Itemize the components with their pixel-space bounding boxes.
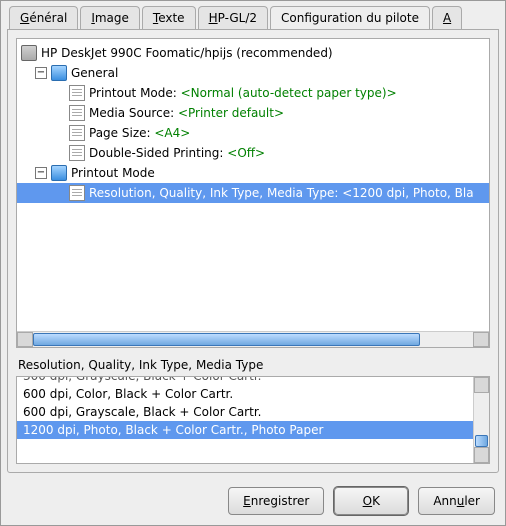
tree-label: HP DeskJet 990C Foomatic/hpijs (recommen… [41, 46, 333, 60]
save-button[interactable]: Enregistrer [228, 487, 324, 515]
tab-extra[interactable]: A [432, 6, 462, 29]
option-value: <A4> [154, 126, 190, 140]
scroll-thumb[interactable] [33, 333, 420, 346]
tree-label: Media Source: <Printer default> [89, 106, 284, 120]
listbox-vertical-scrollbar[interactable] [473, 377, 489, 463]
scroll-track[interactable] [474, 393, 489, 447]
tree-node-resolution[interactable]: Resolution, Quality, Ink Type, Media Typ… [17, 183, 489, 203]
document-icon [69, 85, 85, 101]
tab-image[interactable]: Image [80, 6, 140, 29]
tree-node-printout-mode-group[interactable]: − Printout Mode [17, 163, 489, 183]
option-value: <Off> [227, 146, 265, 160]
tree-label: Double-Sided Printing: <Off> [89, 146, 265, 160]
tree-node-printer[interactable]: HP DeskJet 990C Foomatic/hpijs (recommen… [17, 43, 489, 63]
tree-label: Page Size: <A4> [89, 126, 190, 140]
options-tree: HP DeskJet 990C Foomatic/hpijs (recommen… [16, 38, 490, 348]
option-name: Printout Mode: [89, 86, 181, 100]
scroll-thumb[interactable] [475, 435, 488, 447]
option-name: Media Source: [89, 106, 178, 120]
tab-general[interactable]: Général [9, 6, 78, 29]
printer-icon [21, 45, 37, 61]
list-item[interactable]: 300 dpi, Grayscale, Black + Color Cartr. [17, 377, 473, 385]
dialog-button-row: Enregistrer OK Annuler [1, 479, 505, 525]
list-item[interactable]: 600 dpi, Grayscale, Black + Color Cartr. [17, 403, 473, 421]
list-item[interactable]: 1200 dpi, Photo, Black + Color Cartr., P… [17, 421, 473, 439]
tree-node-media-source[interactable]: Media Source: <Printer default> [17, 103, 489, 123]
tree-label: General [71, 66, 118, 80]
tab-hpgl2[interactable]: HP-GL/2 [198, 6, 268, 29]
tree-horizontal-scrollbar[interactable] [17, 331, 489, 347]
scroll-track[interactable] [33, 332, 473, 347]
scroll-up-button[interactable] [474, 377, 489, 393]
tab-driver-config[interactable]: Configuration du pilote [270, 6, 430, 29]
tree-label: Printout Mode: <Normal (auto-detect pape… [89, 86, 397, 100]
tree-label: Printout Mode [71, 166, 155, 180]
option-name: Double-Sided Printing: [89, 146, 227, 160]
tree-node-page-size[interactable]: Page Size: <A4> [17, 123, 489, 143]
option-value: <1200 dpi, Photo, Bla [342, 186, 473, 200]
scroll-left-button[interactable] [17, 332, 33, 347]
tabstrip: Général Image Texte HP-GL/2 Configuratio… [1, 1, 505, 29]
option-title-label: Resolution, Quality, Ink Type, Media Typ… [18, 358, 488, 372]
tab-texte[interactable]: Texte [142, 6, 196, 29]
document-icon [69, 105, 85, 121]
collapse-icon[interactable]: − [35, 167, 47, 179]
option-name: Resolution, Quality, Ink Type, Media Typ… [89, 186, 342, 200]
collapse-icon[interactable]: − [35, 67, 47, 79]
cancel-button[interactable]: Annuler [418, 487, 495, 515]
printer-driver-config-dialog: Général Image Texte HP-GL/2 Configuratio… [0, 0, 506, 526]
option-value: <Normal (auto-detect paper type)> [181, 86, 397, 100]
document-icon [69, 125, 85, 141]
folder-icon [51, 65, 67, 81]
option-values-listbox: 300 dpi, Grayscale, Black + Color Cartr.… [16, 376, 490, 464]
tab-panel: HP DeskJet 990C Foomatic/hpijs (recommen… [7, 29, 499, 473]
option-value: <Printer default> [178, 106, 284, 120]
option-values-body[interactable]: 300 dpi, Grayscale, Black + Color Cartr.… [17, 377, 473, 463]
options-tree-body[interactable]: HP DeskJet 990C Foomatic/hpijs (recommen… [17, 39, 489, 331]
scroll-down-button[interactable] [474, 447, 489, 463]
tree-node-printout-mode[interactable]: Printout Mode: <Normal (auto-detect pape… [17, 83, 489, 103]
tree-label: Resolution, Quality, Ink Type, Media Typ… [89, 186, 474, 200]
tree-node-general-group[interactable]: − General [17, 63, 489, 83]
tree-node-duplex[interactable]: Double-Sided Printing: <Off> [17, 143, 489, 163]
ok-button[interactable]: OK [334, 487, 408, 515]
folder-icon [51, 165, 67, 181]
list-item[interactable]: 600 dpi, Color, Black + Color Cartr. [17, 385, 473, 403]
option-name: Page Size: [89, 126, 154, 140]
scroll-right-button[interactable] [473, 332, 489, 347]
document-icon [69, 185, 85, 201]
document-icon [69, 145, 85, 161]
